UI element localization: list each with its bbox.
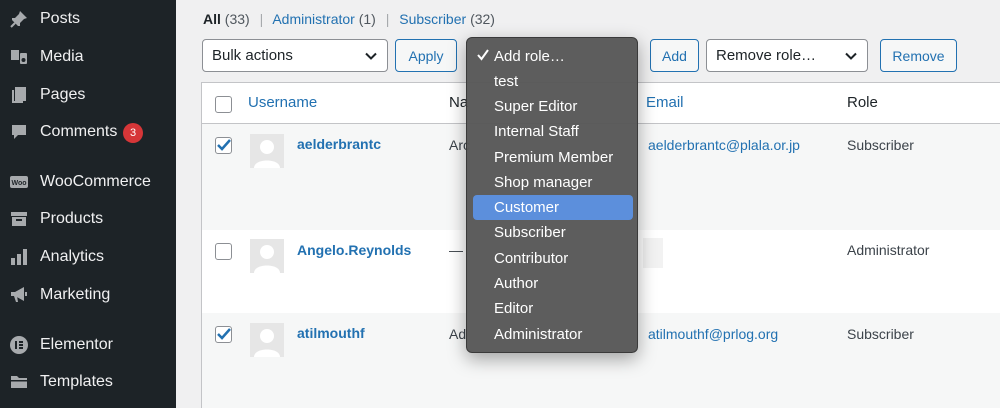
role-option-internal-staff[interactable]: Internal Staff [473, 119, 633, 144]
role-option-contributor[interactable]: Contributor [473, 246, 633, 271]
sidebar-item-label: Marketing [40, 286, 111, 303]
sidebar-item-products[interactable]: Products [0, 201, 176, 237]
email-link[interactable]: atilmouthf@prlog.org [648, 326, 778, 342]
remove-role-value: Remove role… [716, 47, 817, 64]
sidebar-item-label: Templates [40, 373, 113, 390]
pages-icon [9, 85, 29, 105]
woocommerce-icon: Woo [9, 172, 29, 192]
add-role-dropdown-menu: Add role… test Super Editor Internal Sta… [466, 37, 638, 353]
bulk-actions-select[interactable]: Bulk actions [202, 39, 388, 72]
megaphone-icon [9, 285, 29, 305]
svg-text:Woo: Woo [11, 180, 26, 187]
apply-button[interactable]: Apply [395, 39, 457, 72]
analytics-icon [9, 247, 29, 267]
chevron-down-icon [844, 49, 858, 63]
comments-icon [9, 122, 29, 142]
role-option-administrator[interactable]: Administrator [473, 322, 633, 347]
sidebar-item-woocommerce[interactable]: Woo WooCommerce [0, 164, 176, 200]
sidebar-item-elementor[interactable]: Elementor [0, 327, 176, 363]
sidebar-item-label: Comments [40, 123, 118, 140]
avatar [250, 134, 284, 168]
username-link[interactable]: Angelo.Reynolds [297, 242, 411, 258]
role-cell: Administrator [847, 242, 930, 258]
sidebar-item-label: Media [40, 48, 84, 65]
bulk-actions-value: Bulk actions [212, 47, 293, 64]
view-administrator-count: (1) [358, 11, 376, 27]
email-column-header[interactable]: Email [646, 94, 684, 111]
role-option-author[interactable]: Author [473, 271, 633, 296]
sidebar-item-templates[interactable]: Templates [0, 364, 176, 400]
view-subscriber-link[interactable]: Subscriber [399, 11, 466, 27]
pin-icon [9, 9, 29, 29]
sidebar-item-label: Analytics [40, 248, 105, 265]
avatar [250, 239, 284, 273]
sidebar-item-media[interactable]: Media [0, 39, 176, 75]
name-cell: — [449, 242, 463, 258]
sidebar-item-label: WooCommerce [40, 173, 151, 190]
avatar [250, 323, 284, 357]
username-link[interactable]: aelderbrantc [297, 136, 381, 152]
elementor-icon [9, 335, 29, 355]
role-option-subscriber[interactable]: Subscriber [473, 220, 633, 245]
remove-role-button[interactable]: Remove [880, 39, 957, 72]
sidebar-item-analytics[interactable]: Analytics [0, 239, 176, 275]
view-subscriber-count: (32) [470, 11, 495, 27]
add-role-button[interactable]: Add [650, 39, 699, 72]
sidebar-item-comments[interactable]: Comments 3 [0, 114, 176, 150]
view-separator: | [385, 11, 390, 27]
view-all-label[interactable]: All [203, 11, 221, 27]
role-filter-views: All (33) | Administrator (1) | Subscribe… [203, 11, 495, 27]
row-checkbox[interactable] [215, 326, 232, 343]
sidebar-item-pages[interactable]: Pages [0, 77, 176, 113]
role-option-premium-member[interactable]: Premium Member [473, 145, 633, 170]
role-cell: Subscriber [847, 326, 914, 342]
view-all-count: (33) [224, 11, 250, 27]
role-option-editor[interactable]: Editor [473, 296, 633, 321]
view-administrator-link[interactable]: Administrator [272, 11, 354, 27]
role-option-shop-manager[interactable]: Shop manager [473, 170, 633, 195]
chevron-down-icon [364, 49, 378, 63]
role-option-test[interactable]: test [473, 69, 633, 94]
view-separator: | [259, 11, 264, 27]
sidebar-item-posts[interactable]: Posts [0, 1, 176, 37]
checkmark-icon [476, 47, 490, 67]
sidebar-item-label: Elementor [40, 336, 113, 353]
username-column-header[interactable]: Username [248, 94, 317, 111]
username-link[interactable]: atilmouthf [297, 325, 365, 341]
products-icon [9, 209, 29, 229]
role-option-add-role[interactable]: Add role… [473, 44, 633, 69]
row-checkbox[interactable] [215, 243, 232, 260]
role-option-customer[interactable]: Customer [473, 195, 633, 220]
admin-sidebar: Posts Media Pages Comments 3 Woo WooComm… [0, 0, 176, 408]
redacted-area [643, 238, 663, 268]
sidebar-item-label: Posts [40, 10, 81, 27]
sidebar-item-marketing[interactable]: Marketing [0, 277, 176, 313]
role-option-super-editor[interactable]: Super Editor [473, 94, 633, 119]
media-icon [9, 47, 29, 67]
role-column-header: Role [847, 94, 878, 111]
sidebar-item-label: Pages [40, 86, 86, 103]
remove-role-select[interactable]: Remove role… [706, 39, 868, 72]
email-link[interactable]: aelderbrantc@plala.or.jp [648, 137, 800, 153]
name-cell: Ad [449, 326, 467, 342]
sidebar-item-label: Products [40, 210, 104, 227]
comments-count-badge: 3 [123, 123, 143, 143]
select-all-checkbox[interactable] [215, 96, 232, 113]
role-cell: Subscriber [847, 137, 914, 153]
folder-icon [9, 372, 29, 392]
row-checkbox[interactable] [215, 137, 232, 154]
